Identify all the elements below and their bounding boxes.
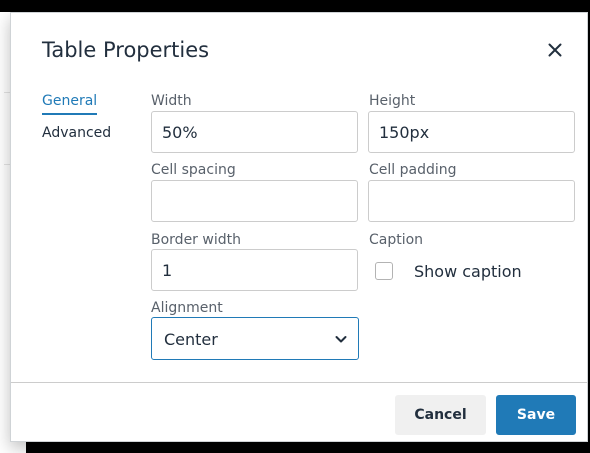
- width-label: Width: [151, 93, 192, 109]
- border-width-input[interactable]: [151, 249, 358, 291]
- height-input[interactable]: [368, 111, 575, 153]
- table-properties-dialog: Table Properties General Advanced Width …: [10, 12, 588, 442]
- save-button[interactable]: Save: [496, 395, 576, 435]
- dialog-title: Table Properties: [42, 38, 210, 62]
- show-caption-checkbox-row[interactable]: Show caption: [375, 259, 522, 283]
- cell-padding-label: Cell padding: [369, 162, 457, 178]
- footer-divider: [11, 382, 587, 383]
- show-caption-label: Show caption: [414, 261, 522, 281]
- cell-spacing-label: Cell spacing: [151, 162, 236, 178]
- cancel-button[interactable]: Cancel: [395, 395, 486, 435]
- alignment-label: Alignment: [151, 300, 223, 316]
- width-input[interactable]: [151, 111, 358, 153]
- alignment-select[interactable]: Center: [151, 317, 359, 360]
- cell-padding-input[interactable]: [368, 180, 575, 222]
- chevron-down-icon: [335, 336, 347, 343]
- caption-label: Caption: [369, 232, 424, 248]
- close-button[interactable]: [541, 36, 569, 64]
- border-width-label: Border width: [151, 232, 241, 248]
- tab-general[interactable]: General: [42, 92, 98, 115]
- height-label: Height: [369, 93, 416, 109]
- tab-advanced[interactable]: Advanced: [42, 124, 111, 142]
- cell-spacing-input[interactable]: [151, 180, 358, 222]
- show-caption-checkbox[interactable]: [375, 262, 393, 280]
- close-icon: [548, 43, 562, 57]
- alignment-selected-value: Center: [164, 330, 218, 349]
